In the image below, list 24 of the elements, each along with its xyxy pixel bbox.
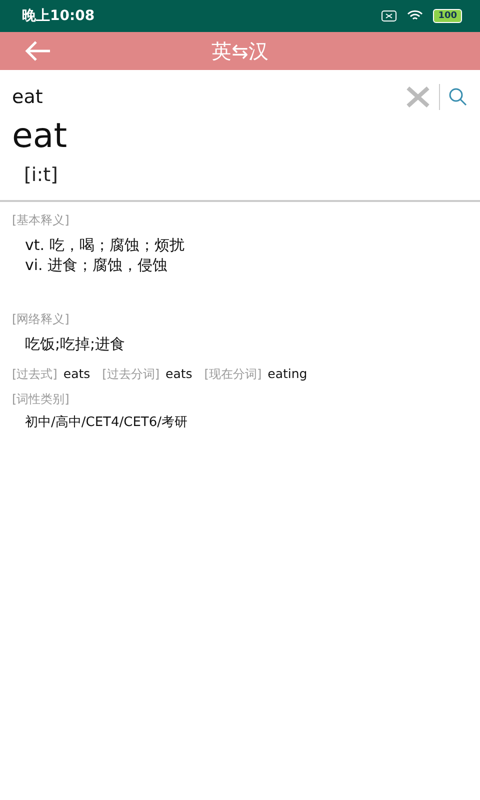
form-value: eating <box>268 366 308 383</box>
section-label: [基本释义] <box>12 212 70 229</box>
status-time: 晚上10:08 <box>22 7 96 25</box>
section-label: [词性类别] <box>12 391 70 408</box>
phonetic: [i:t] <box>24 164 58 186</box>
sim-icon <box>381 10 398 22</box>
battery-level: 100 <box>433 9 462 23</box>
word-category: 初中/高中/CET4/CET6/考研 <box>24 414 189 431</box>
section-label: [网络释义] <box>12 311 70 328</box>
form-label: [过去分词] <box>102 366 160 383</box>
clear-icon[interactable] <box>405 86 431 108</box>
wifi-icon <box>407 10 424 22</box>
form-label: [过去式] <box>12 366 58 383</box>
form-value: eats <box>63 366 90 383</box>
form-label: [现在分词] <box>204 366 262 383</box>
form-value: eats <box>166 366 192 383</box>
back-arrow-icon[interactable] <box>24 40 52 62</box>
headword: eat <box>11 115 68 156</box>
search-field[interactable]: eat <box>12 86 397 108</box>
definition-line: vi. 进食；腐蚀，侵蚀 <box>24 255 169 275</box>
definition-line: vt. 吃，喝；腐蚀；烦扰 <box>24 235 186 255</box>
web-definition: 吃饭;吃掉;进食 <box>24 334 126 354</box>
header-title: 英⇆汉 <box>210 38 270 64</box>
search-icon[interactable] <box>448 87 468 107</box>
